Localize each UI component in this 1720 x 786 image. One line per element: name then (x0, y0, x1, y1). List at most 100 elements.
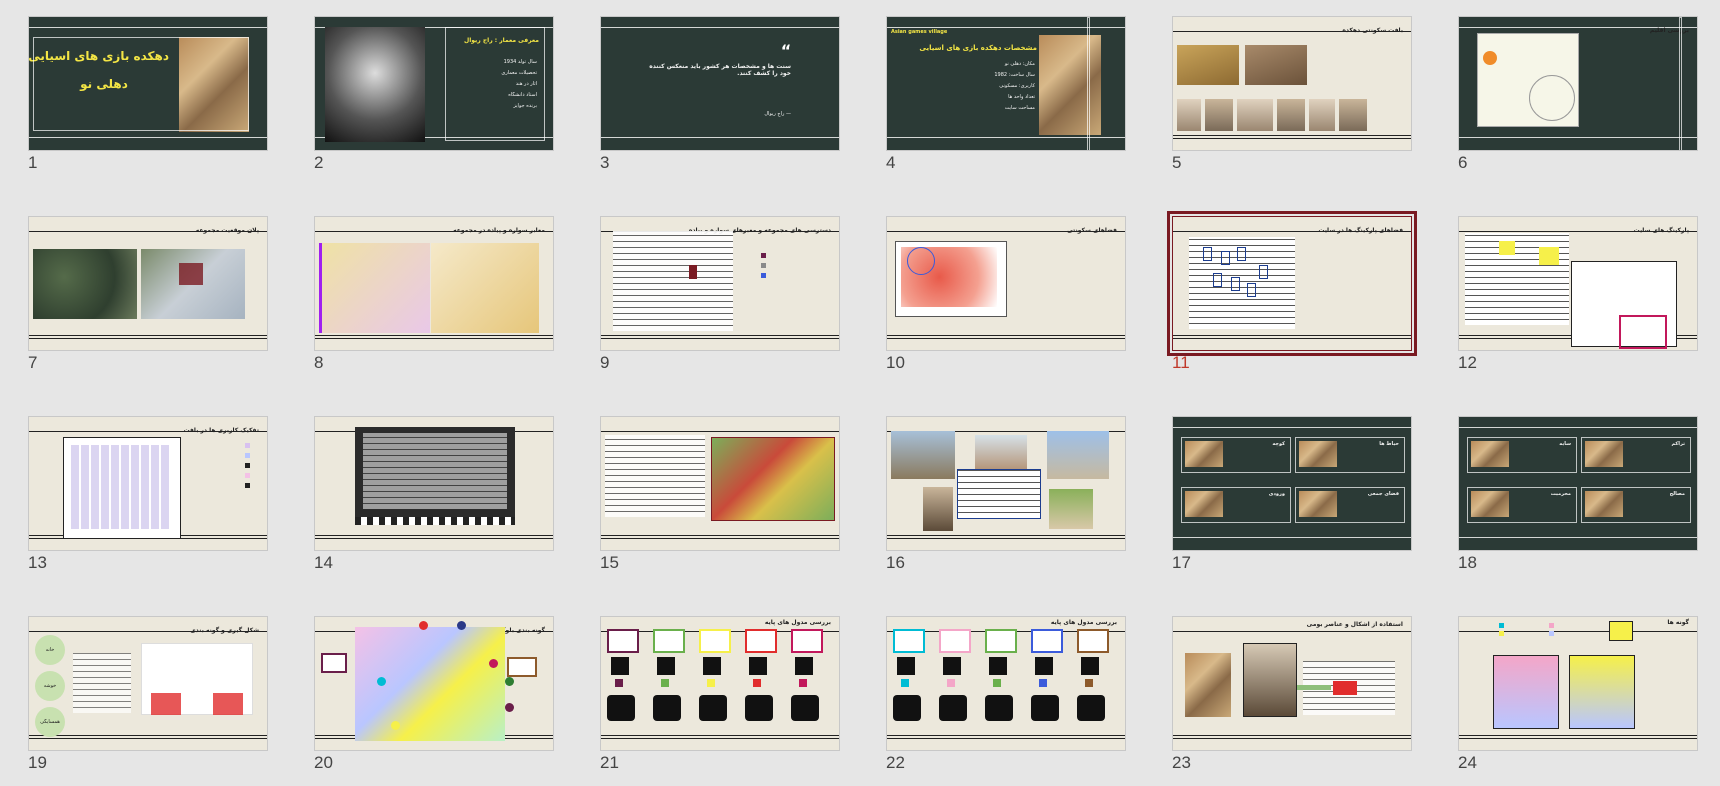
slide-thumbnail-14[interactable]: 14 (314, 416, 556, 572)
slide-border-line (1173, 427, 1411, 428)
module-arrow (947, 679, 955, 687)
legend-swatch (761, 253, 766, 258)
slide-thumbnail-7[interactable]: پلان موقعیت مجموعه 7 (28, 216, 270, 372)
slide-preview[interactable] (886, 416, 1126, 551)
slide-thumbnail-13[interactable]: تفکیک کاربری ها در بافت 13 (28, 416, 270, 572)
slide-thumbnail-22[interactable]: بررسی مدول های پایه 22 (886, 616, 1128, 772)
slide-preview[interactable]: استفاده از اشکال و عناصر بومی (1172, 616, 1412, 751)
slide-number: 1 (28, 153, 38, 172)
slide-preview[interactable]: گونه ها (1458, 616, 1698, 751)
module-block (749, 657, 767, 675)
slide-heading: معابر سواره و پیاده در مجموعه (453, 227, 545, 234)
slide-preview[interactable]: بررسی اقلیم (1458, 16, 1698, 151)
slide-preview[interactable] (600, 416, 840, 551)
slide-preview[interactable] (314, 416, 554, 551)
slide-heading: معرفی معمار : راج ریوال (464, 37, 539, 44)
slide-preview[interactable]: معابر سواره و پیاده در مجموعه (314, 216, 554, 351)
slide-thumbnail-3[interactable]: “ سنت ها و مشخصات هر کشور باید منعکس کنند… (600, 16, 842, 172)
slide-thumbnail-6[interactable]: بررسی اقلیم 6 (1458, 16, 1700, 172)
slide-border-line (1459, 427, 1697, 428)
slide-preview[interactable]: Asian games village مشخصات دهکده بازی های… (886, 16, 1126, 151)
module-block (897, 657, 915, 675)
legend-swatch (245, 473, 250, 478)
slide-heading: بررسی اقلیم (1649, 27, 1689, 34)
module-arrow (799, 679, 807, 687)
slide-thumbnail-19[interactable]: شکل گیری و گونه بندی خانه خوشه همسایگی 19 (28, 616, 270, 772)
sun-path-diagram (1529, 75, 1575, 121)
topic-title: سایه (1559, 441, 1571, 447)
slide-preview[interactable]: فضاهای سکونتی (886, 216, 1126, 351)
slide-border-line (1173, 338, 1411, 339)
slide-thumbnail-8[interactable]: معابر سواره و پیاده در مجموعه 8 (314, 216, 556, 372)
section-scale (355, 517, 515, 525)
slide-border-line (1459, 537, 1697, 538)
module-block (989, 657, 1007, 675)
slide-preview[interactable]: تراکم سایه مصالح محرمیت (1458, 416, 1698, 551)
slide-thumbnail-10[interactable]: فضاهای سکونتی 10 (886, 216, 1128, 372)
parking-highlight (1499, 241, 1515, 255)
photo (1185, 653, 1231, 717)
bullet-text: سال تولد 1934 (503, 59, 537, 65)
slide-number: 16 (886, 553, 905, 572)
slide-thumbnail-12[interactable]: پارکینگ های سایت 12 (1458, 216, 1700, 372)
slide-thumbnail-24[interactable]: گونه ها 24 (1458, 616, 1700, 772)
slide-thumbnail-23[interactable]: استفاده از اشکال و عناصر بومی 23 (1172, 616, 1414, 772)
slide-border-line (1173, 631, 1411, 632)
module-combination (607, 695, 635, 721)
topic-title: ورودی (1268, 491, 1285, 497)
slide-preview[interactable]: بررسی مدول های پایه (600, 616, 840, 751)
module-block (1035, 657, 1053, 675)
slide-thumbnail-2[interactable]: معرفی معمار : راج ریوال سال تولد 1934 تحصی… (314, 16, 556, 172)
slide-heading: شکل گیری و گونه بندی (190, 627, 259, 634)
slide-thumbnail-4[interactable]: Asian games village مشخصات دهکده بازی های… (886, 16, 1128, 172)
slide-thumbnail-11[interactable]: فضاهای پارکینگ ها در سایت 11 (1167, 211, 1417, 372)
slide-thumbnail-1[interactable]: دهکده بازی های اسیایی دهلی نو 1 (28, 16, 270, 172)
slide-border-line (1173, 537, 1411, 538)
module-combination (745, 695, 773, 721)
slide-thumbnail-20[interactable]: گونه بندی بلوک ها 20 (314, 616, 556, 772)
type-thumb (507, 657, 537, 677)
cluster-drawing (73, 653, 131, 713)
slide-number: 3 (600, 153, 610, 172)
parking-marker (1213, 273, 1222, 287)
slide-border-line (29, 137, 267, 138)
slide-thumbnail-5[interactable]: بافت سکونتی دهکده 5 (1172, 16, 1414, 172)
slide-preview[interactable]: تفکیک کاربری ها در بافت (28, 416, 268, 551)
slide-preview[interactable]: گونه بندی بلوک ها (314, 616, 554, 751)
cluster-node (213, 693, 243, 715)
slide-heading: استفاده از اشکال و عناصر بومی (1306, 621, 1403, 628)
slide-heading: تفکیک کاربری ها در بافت (183, 427, 259, 434)
slide-preview[interactable]: شکل گیری و گونه بندی خانه خوشه همسایگی (28, 616, 268, 751)
slide-thumbnail-15[interactable]: 15 (600, 416, 842, 572)
slide-number: 14 (314, 553, 333, 572)
slide-border-line (1173, 138, 1411, 139)
slide-preview[interactable]: فضاهای پارکینگ ها در سایت (1167, 211, 1417, 356)
slide-border-line (29, 27, 267, 28)
slide-preview[interactable]: دهکده بازی های اسیایی دهلی نو (28, 16, 268, 151)
photo (1049, 489, 1093, 529)
slide-number: 12 (1458, 353, 1477, 372)
slide-number: 9 (600, 353, 610, 372)
slide-preview[interactable]: معرفی معمار : راج ریوال سال تولد 1934 تحصی… (314, 16, 554, 151)
slide-thumbnail-16[interactable]: 16 (886, 416, 1128, 572)
slide-preview[interactable]: حیاط ها کوچه فضای جمعی ورودی (1172, 416, 1412, 551)
slide-preview[interactable]: بررسی مدول های پایه (886, 616, 1126, 751)
slide-thumbnail-18[interactable]: تراکم سایه مصالح محرمیت 18 (1458, 416, 1700, 572)
slide-thumbnail-17[interactable]: حیاط ها کوچه فضای جمعی ورودی 17 (1172, 416, 1414, 572)
slide-preview[interactable]: پارکینگ های سایت (1458, 216, 1698, 351)
slide-border-line (1173, 135, 1411, 136)
slide-border-line (601, 27, 839, 28)
module-thumb (653, 629, 685, 653)
slide-number: 2 (314, 153, 324, 172)
slide-thumbnail-21[interactable]: بررسی مدول های پایه 21 (600, 616, 842, 772)
site-highlight (179, 263, 203, 285)
slide-thumbnail-9[interactable]: دسترسی های مجموعه و معبرهای سواره و پیاد… (600, 216, 842, 372)
slide-preview[interactable]: پلان موقعیت مجموعه (28, 216, 268, 351)
slide-preview[interactable]: “ سنت ها و مشخصات هر کشور باید منعکس کنند… (600, 16, 840, 151)
slide-preview[interactable]: بافت سکونتی دهکده (1172, 16, 1412, 151)
module-thumb (1031, 629, 1063, 653)
slide-preview[interactable]: دسترسی های مجموعه و معبرهای سواره و پیاد… (600, 216, 840, 351)
slide-border-line (601, 735, 839, 736)
module-block (1081, 657, 1099, 675)
slide-heading: بررسی مدول های پایه (1050, 619, 1117, 626)
